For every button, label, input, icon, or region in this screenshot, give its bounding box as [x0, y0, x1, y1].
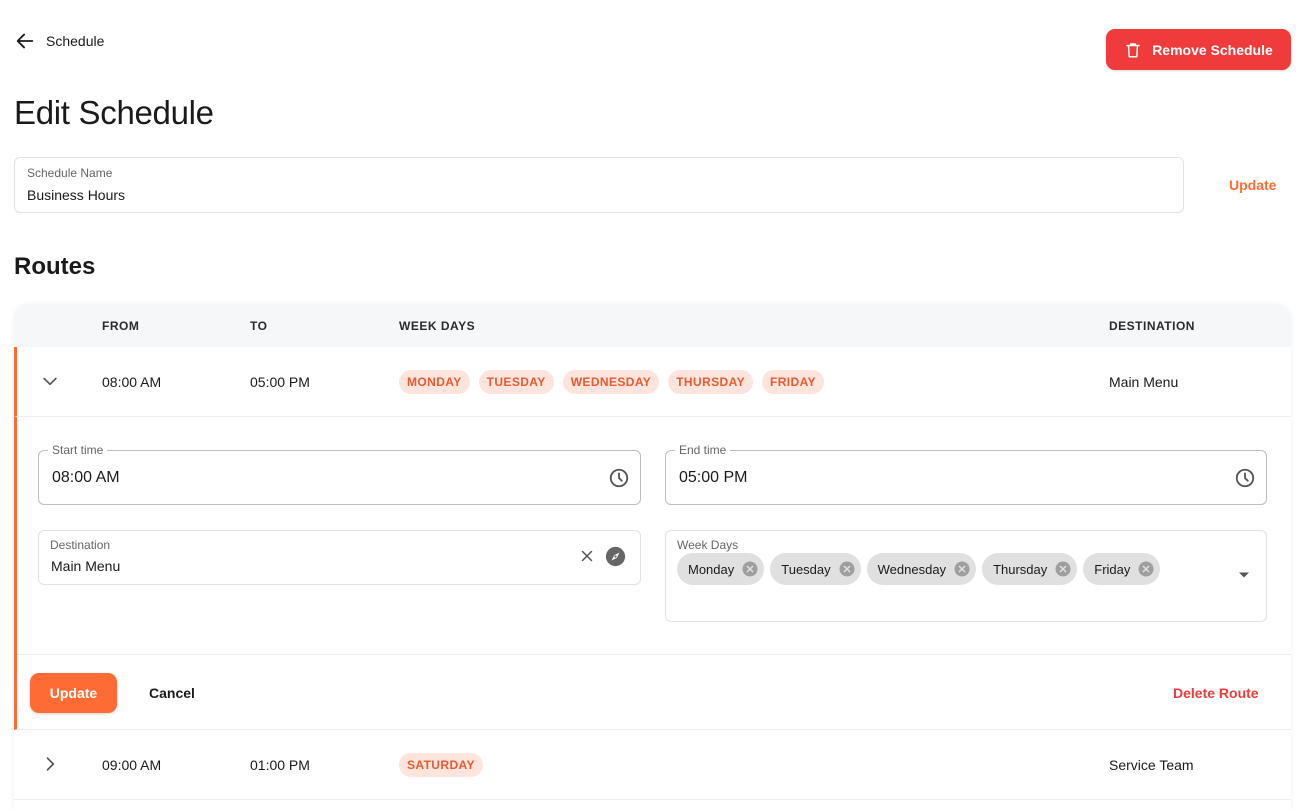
week-day-tag-label: Monday	[688, 561, 735, 577]
end-time-field[interactable]: End time 05:00 PM	[665, 443, 1267, 505]
clock-icon[interactable]	[608, 467, 630, 489]
column-to: TO	[250, 319, 268, 333]
cancel-circle-icon[interactable]	[953, 560, 971, 578]
day-chip: SATURDAY	[399, 753, 483, 777]
cancel-circle-icon[interactable]	[741, 560, 759, 578]
row-to: 05:00 PM	[250, 374, 310, 390]
day-chip: MONDAY	[399, 370, 470, 394]
day-chip: WEDNESDAY	[562, 370, 660, 394]
week-days-field[interactable]: Week Days Monday Tuesday Wednesday Thurs…	[665, 530, 1267, 622]
column-week-days: WEEK DAYS	[399, 319, 476, 333]
end-time-label: End time	[675, 443, 731, 457]
week-days-label: Week Days	[677, 538, 739, 552]
day-chip: THURSDAY	[668, 370, 753, 394]
update-name-button[interactable]: Update	[1229, 177, 1276, 193]
arrow-left-icon	[16, 33, 34, 49]
caret-down-icon[interactable]	[1238, 571, 1250, 579]
table-row[interactable]: 08:00 AM 05:00 PM MONDAY TUESDAY WEDNESD…	[14, 347, 1291, 417]
route-editor: Start time 08:00 AM End time 05:00 PM De…	[14, 417, 1291, 730]
row-destination: Service Team	[1109, 757, 1194, 773]
week-day-tag-label: Friday	[1094, 561, 1131, 577]
chevron-right-icon[interactable]	[40, 754, 60, 774]
week-days-tags: Monday Tuesday Wednesday Thursday Friday	[677, 553, 1161, 585]
schedule-name-value: Business Hours	[27, 187, 126, 203]
clock-icon[interactable]	[1234, 467, 1256, 489]
start-time-label: Start time	[48, 443, 108, 457]
schedule-name-field[interactable]: Schedule Name Business Hours	[14, 157, 1184, 213]
start-time-field[interactable]: Start time 08:00 AM	[38, 443, 641, 505]
page-title: Edit Schedule	[14, 94, 214, 131]
delete-route-button[interactable]: Delete Route	[1173, 685, 1259, 701]
remove-schedule-button[interactable]: Remove Schedule	[1106, 29, 1291, 70]
start-time-value: 08:00 AM	[52, 469, 120, 486]
week-day-tag: Wednesday	[866, 553, 977, 585]
cancel-button[interactable]: Cancel	[149, 685, 195, 701]
table-header: FROM TO WEEK DAYS DESTINATION	[14, 304, 1291, 347]
row-to: 01:00 PM	[250, 757, 310, 773]
back-link-label: Schedule	[46, 33, 105, 49]
chevron-down-icon[interactable]	[40, 371, 60, 391]
row-from: 09:00 AM	[102, 757, 162, 773]
week-day-tag-label: Tuesday	[781, 561, 831, 577]
close-icon[interactable]	[578, 547, 596, 565]
trash-icon	[1126, 42, 1140, 57]
compass-icon[interactable]	[605, 546, 626, 567]
remove-schedule-label: Remove Schedule	[1152, 41, 1273, 58]
cancel-circle-icon[interactable]	[838, 560, 856, 578]
cancel-circle-icon[interactable]	[1054, 560, 1072, 578]
schedule-name-label: Schedule Name	[27, 166, 113, 180]
destination-field[interactable]: Destination Main Menu	[38, 530, 641, 585]
routes-table: FROM TO WEEK DAYS DESTINATION 08:00 AM 0…	[14, 304, 1291, 810]
column-destination: DESTINATION	[1109, 319, 1195, 333]
row-from: 08:00 AM	[102, 374, 162, 390]
week-day-tag-label: Thursday	[993, 561, 1048, 577]
week-day-tag: Friday	[1083, 553, 1161, 585]
week-day-tag: Tuesday	[770, 553, 861, 585]
day-chip: FRIDAY	[761, 370, 824, 394]
back-link[interactable]: Schedule	[14, 30, 104, 52]
update-route-button[interactable]: Update	[30, 673, 117, 713]
end-time-value: 05:00 PM	[679, 469, 748, 486]
row-days: MONDAY TUESDAY WEDNESDAY THURSDAY FRIDAY	[399, 370, 824, 394]
destination-value: Main Menu	[51, 558, 121, 574]
row-days: SATURDAY	[399, 753, 483, 777]
route-actions: Update Cancel Delete Route	[17, 654, 1291, 730]
day-chip: TUESDAY	[478, 370, 554, 394]
column-from: FROM	[102, 319, 140, 333]
destination-label: Destination	[50, 538, 111, 552]
row-destination: Main Menu	[1109, 374, 1179, 390]
table-row[interactable]: 09:00 AM 01:00 PM SATURDAY Service Team	[14, 730, 1291, 800]
week-day-tag: Thursday	[982, 553, 1078, 585]
week-day-tag: Monday	[677, 553, 765, 585]
cancel-circle-icon[interactable]	[1137, 560, 1155, 578]
routes-title: Routes	[14, 253, 96, 280]
week-day-tag-label: Wednesday	[877, 561, 947, 577]
